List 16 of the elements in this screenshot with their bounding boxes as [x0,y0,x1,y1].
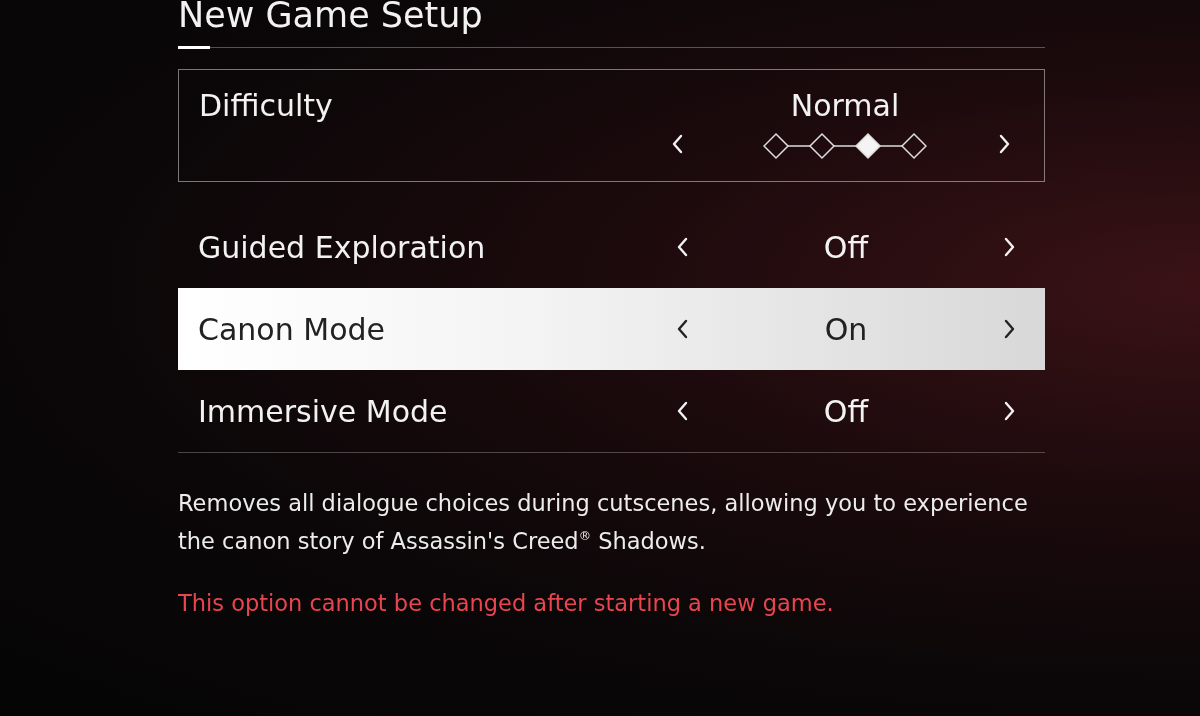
difficulty-panel[interactable]: Difficulty Normal [178,69,1045,182]
option-value: Off [822,229,870,265]
option-label: Difficulty [199,86,334,123]
difficulty-steps-drawing[interactable] [763,131,927,161]
option-row[interactable]: Immersive Mode Off [178,370,1045,452]
option-value: Off [822,393,870,429]
option-value: On [823,311,869,347]
option-row[interactable]: Guided Exploration Off [178,206,1045,288]
screen-title: New Game Setup [178,0,484,37]
option-value: Normal [789,86,901,123]
option-label: Guided Exploration [198,229,487,265]
option-label: Canon Mode [198,311,386,347]
option-label: Immersive Mode [198,393,449,429]
option-description: Removes all dialogue choices during cutscenes, allowing you to experience the canon story of Assassin's Creed$^{®}$ Shadows. [178,489,1029,556]
option-row[interactable]: Canon Mode On [178,288,1045,370]
warning-text: This option cannot be changed after starting a new game. [178,589,835,616]
